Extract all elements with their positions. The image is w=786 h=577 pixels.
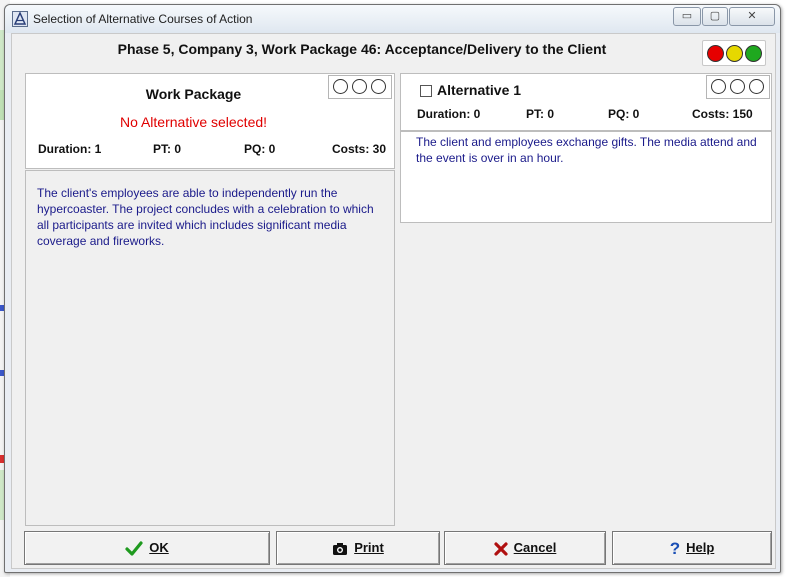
wp-duration: Duration: 1: [38, 142, 102, 156]
close-button[interactable]: ✕: [729, 7, 775, 26]
title-bar[interactable]: Selection of Alternative Courses of Acti…: [5, 5, 780, 33]
minimize-icon: ▭: [681, 10, 693, 22]
print-label: Print: [354, 540, 384, 555]
wp-pt: PT: 0: [153, 142, 182, 156]
rating-circle-icon: [730, 79, 745, 94]
page-title: Phase 5, Company 3, Work Package 46: Acc…: [117, 41, 607, 57]
window-title: Selection of Alternative Courses of Acti…: [33, 12, 253, 26]
help-button[interactable]: ? Help: [612, 531, 772, 565]
maximize-button[interactable]: ▢: [702, 7, 728, 26]
help-question-icon: ?: [669, 539, 681, 559]
selection-status: No Alternative selected!: [119, 114, 268, 130]
alternative-rating-circles: [706, 75, 770, 99]
yellow-light-icon: [726, 45, 743, 62]
close-icon: ✕: [747, 10, 757, 22]
alt-costs: Costs: 150: [692, 107, 753, 121]
dialog-client-area: Phase 5, Company 3, Work Package 46: Acc…: [11, 33, 776, 569]
alternative-description-panel[interactable]: The client and employees exchange gifts.…: [400, 131, 772, 223]
cancel-button[interactable]: Cancel: [444, 531, 606, 565]
alt-pq: PQ: 0: [608, 107, 640, 121]
work-package-description: The client's employees are able to indep…: [37, 186, 374, 248]
maximize-icon: ▢: [709, 10, 721, 22]
work-package-summary-panel: Work Package No Alternative selected! Du…: [25, 73, 395, 169]
print-button[interactable]: Print: [276, 531, 440, 565]
alternative-title[interactable]: Alternative 1: [437, 82, 521, 98]
red-light-icon: [707, 45, 724, 62]
wp-costs: Costs: 30: [332, 142, 387, 156]
traffic-light-indicator: [702, 40, 766, 66]
ok-button[interactable]: OK: [24, 531, 270, 565]
alt-pt: PT: 0: [526, 107, 555, 121]
rating-circle-icon: [711, 79, 726, 94]
rating-circle-icon: [352, 79, 367, 94]
work-package-description-panel: The client's employees are able to indep…: [25, 170, 395, 526]
camera-icon: [333, 542, 348, 555]
alternative-summary-panel[interactable]: Alternative 1 Duration: 0 PT: 0 PQ: 0 Co…: [400, 73, 772, 131]
alt-duration: Duration: 0: [417, 107, 481, 121]
rating-circle-icon: [371, 79, 386, 94]
green-light-icon: [745, 45, 762, 62]
alternative-checkbox[interactable]: [420, 85, 432, 97]
rating-circle-icon: [749, 79, 764, 94]
ok-label: OK: [149, 540, 169, 555]
rating-circle-icon: [333, 79, 348, 94]
help-label: Help: [686, 540, 715, 555]
cancel-x-icon: [494, 541, 508, 556]
work-package-rating-circles: [328, 75, 392, 99]
alternative-description: The client and employees exchange gifts.…: [416, 135, 757, 165]
checkmark-icon: [125, 540, 143, 556]
cancel-label: Cancel: [513, 540, 557, 555]
minimize-button[interactable]: ▭: [673, 7, 701, 26]
app-logo-icon: [12, 11, 28, 27]
dialog-window: Selection of Alternative Courses of Acti…: [4, 4, 781, 573]
work-package-title: Work Package: [145, 86, 242, 102]
wp-pq: PQ: 0: [244, 142, 276, 156]
